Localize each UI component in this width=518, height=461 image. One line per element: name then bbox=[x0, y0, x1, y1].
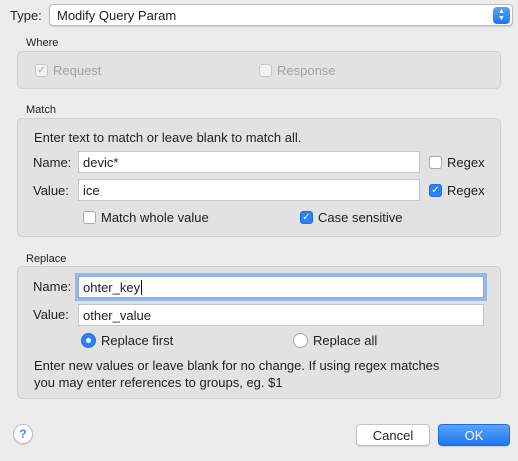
request-checkbox[interactable]: ✓ Request bbox=[35, 63, 101, 78]
replace-hint-line-2: you may enter references to groups, eg. … bbox=[34, 375, 283, 390]
radio-selected-icon bbox=[81, 333, 96, 348]
replace-value-label: Value: bbox=[33, 307, 69, 322]
cancel-label: Cancel bbox=[372, 427, 414, 443]
match-hint: Enter text to match or leave blank to ma… bbox=[34, 130, 302, 145]
checkmark-icon: ✓ bbox=[35, 64, 48, 77]
replace-value-value: other_value bbox=[83, 307, 151, 323]
name-regex-label: Regex bbox=[447, 155, 485, 170]
match-value-field[interactable]: ice bbox=[78, 179, 420, 201]
checkmark-icon: ✓ bbox=[300, 211, 313, 224]
replace-section-title: Replace bbox=[26, 253, 67, 265]
match-section-title: Match bbox=[26, 104, 56, 116]
case-sensitive-checkbox[interactable]: ✓ Case sensitive bbox=[300, 210, 403, 225]
match-value-value: ice bbox=[83, 182, 100, 198]
where-section-title: Where bbox=[26, 37, 59, 49]
checkbox-empty-icon bbox=[83, 211, 96, 224]
replace-all-label: Replace all bbox=[313, 333, 378, 348]
match-name-value: devic* bbox=[83, 154, 119, 170]
value-regex-label: Regex bbox=[447, 183, 485, 198]
ok-button[interactable]: OK bbox=[438, 424, 510, 446]
request-label: Request bbox=[53, 63, 102, 78]
radio-empty-icon bbox=[293, 333, 308, 348]
replace-all-radio[interactable]: Replace all bbox=[293, 333, 377, 348]
checkbox-empty-icon bbox=[429, 156, 442, 169]
help-button[interactable]: ? bbox=[13, 424, 33, 444]
type-select-value: Modify Query Param bbox=[57, 7, 177, 23]
chevron-up-down-icon: ▲ ▼ bbox=[493, 6, 510, 24]
replace-first-label: Replace first bbox=[101, 333, 174, 348]
checkmark-icon: ✓ bbox=[429, 184, 442, 197]
replace-first-radio[interactable]: Replace first bbox=[81, 333, 173, 348]
question-mark-icon: ? bbox=[19, 427, 27, 441]
type-select[interactable]: Modify Query Param ▲ ▼ bbox=[49, 4, 513, 26]
replace-name-value: ohter_key bbox=[83, 279, 141, 295]
checkbox-empty-icon bbox=[259, 64, 272, 77]
match-value-label: Value: bbox=[33, 183, 69, 198]
text-cursor bbox=[141, 279, 143, 295]
replace-name-label: Name: bbox=[33, 279, 72, 294]
match-name-label: Name: bbox=[33, 155, 72, 170]
case-sensitive-label: Case sensitive bbox=[318, 210, 403, 225]
cancel-button[interactable]: Cancel bbox=[356, 424, 430, 446]
replace-name-field[interactable]: ohter_key bbox=[78, 276, 484, 298]
ok-label: OK bbox=[464, 427, 484, 443]
match-whole-value-label: Match whole value bbox=[101, 210, 209, 225]
value-regex-checkbox[interactable]: ✓ Regex bbox=[429, 183, 485, 198]
match-name-field[interactable]: devic* bbox=[78, 151, 420, 173]
replace-value-field[interactable]: other_value bbox=[78, 304, 484, 326]
type-label: Type: bbox=[10, 8, 42, 23]
response-checkbox[interactable]: Response bbox=[259, 63, 336, 78]
name-regex-checkbox[interactable]: Regex bbox=[429, 155, 485, 170]
replace-hint-line-1: Enter new values or leave blank for no c… bbox=[34, 358, 440, 373]
response-label: Response bbox=[277, 63, 336, 78]
match-whole-value-checkbox[interactable]: Match whole value bbox=[83, 210, 209, 225]
